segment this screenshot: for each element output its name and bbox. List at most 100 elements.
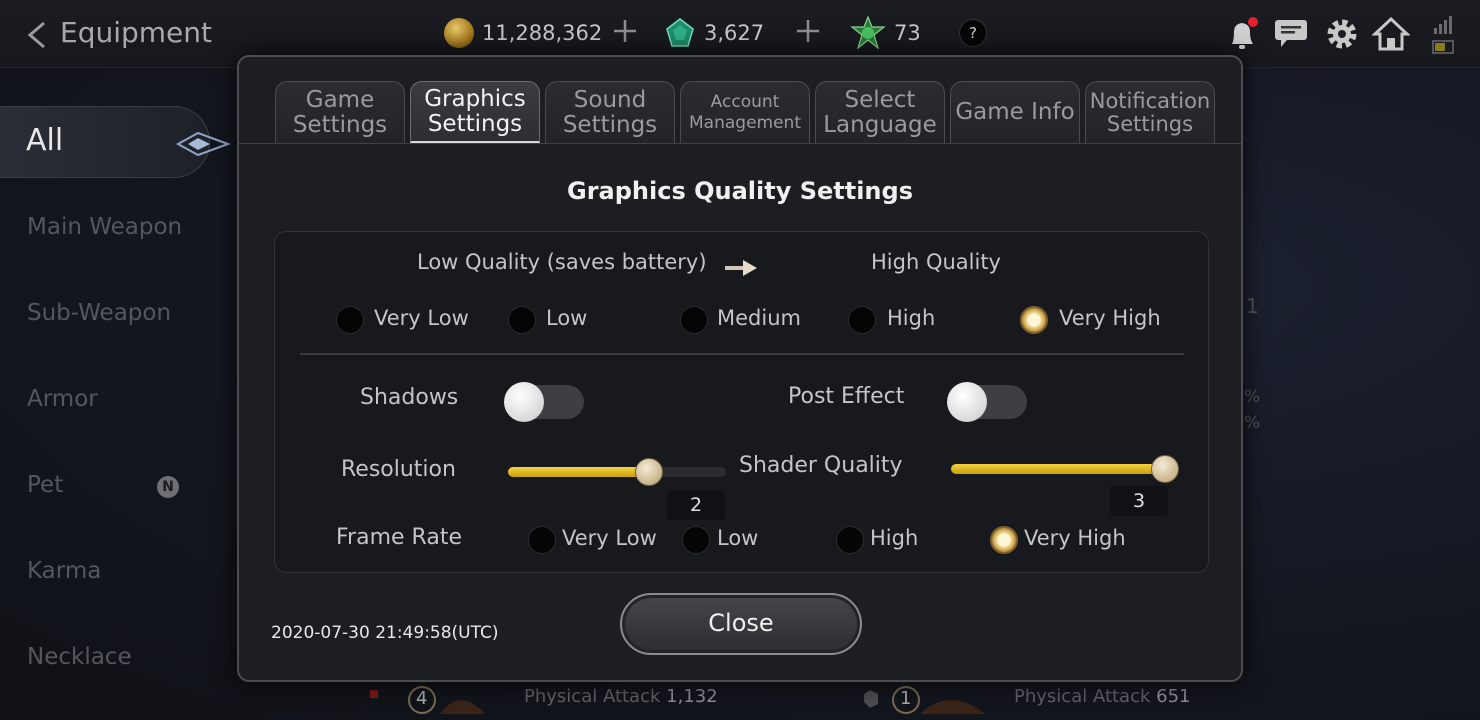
energy-crystal-icon (850, 15, 886, 50)
tab-divider (239, 143, 1241, 144)
section-divider (300, 353, 1184, 355)
frame-rate-high-radio[interactable] (836, 526, 864, 554)
sidebar-item-sub-weapon[interactable]: Sub-Weapon (27, 300, 171, 326)
tab-label: Sound (573, 87, 647, 114)
toggle-knob (504, 382, 544, 422)
page-title: Equipment (60, 16, 212, 49)
stat-value: 1,132 (666, 686, 718, 707)
post-effect-label: Post Effect (788, 384, 905, 409)
frame-rate-option-label: High (870, 526, 919, 550)
sidebar-item-all[interactable]: All (0, 106, 231, 178)
add-gold-icon[interactable] (612, 18, 638, 44)
stat-label: Physical Attack (524, 686, 661, 707)
tab-sound-settings[interactable]: Sound Settings (545, 81, 675, 143)
stat-line: Physical Attack 1,132 (524, 686, 718, 707)
settings-dialog: Game Settings Graphics Settings Sound Setti… (237, 55, 1243, 682)
quality-option-label: Low (546, 306, 588, 330)
tab-account-management[interactable]: Account Management (680, 81, 810, 143)
quality-high-radio[interactable] (848, 306, 876, 334)
toggle-knob (947, 382, 987, 422)
gem-amount: 3,627 (704, 21, 765, 45)
high-quality-label: High Quality (871, 250, 1001, 274)
tab-label: Settings (1106, 111, 1194, 136)
quality-option-label: Very Low (374, 306, 469, 330)
quality-very-low-radio[interactable] (336, 306, 364, 334)
tab-label: Notification (1089, 89, 1211, 114)
server-timestamp: 2020-07-30 21:49:58(UTC) (271, 623, 499, 643)
tab-label: Account (710, 92, 780, 113)
equipment-item-slot[interactable]: 4 (360, 684, 490, 720)
frame-rate-option-label: Very High (1024, 526, 1126, 550)
tab-label: Graphics (424, 86, 526, 113)
sidebar-item-necklace[interactable]: Necklace (27, 644, 132, 670)
quality-medium-radio[interactable] (680, 306, 708, 334)
tab-graphics-settings[interactable]: Graphics Settings (410, 81, 540, 143)
gold-coin-icon (444, 18, 474, 48)
tab-label: Settings (427, 110, 523, 137)
frame-rate-very-low-radio[interactable] (528, 526, 556, 554)
gem-icon (666, 18, 694, 47)
sidebar-item-armor[interactable]: Armor (27, 386, 98, 412)
selection-marker-icon (175, 131, 231, 157)
tab-label: Management (689, 112, 801, 133)
close-button[interactable]: Close (620, 593, 862, 655)
home-icon[interactable] (1372, 16, 1410, 52)
settings-gear-icon[interactable] (1324, 16, 1360, 52)
gold-counter: 11,288,362 (444, 16, 602, 50)
sidebar-item-karma[interactable]: Karma (27, 558, 101, 584)
quality-option-label: Very High (1059, 306, 1161, 330)
shader-quality-label: Shader Quality (739, 453, 903, 478)
item-level: 4 (416, 688, 428, 709)
signal-battery-icon (1432, 16, 1454, 54)
tab-label: Select (844, 87, 916, 114)
tab-label: Settings (292, 111, 388, 138)
tab-game-info[interactable]: Game Info (950, 81, 1080, 143)
gold-amount: 11,288,362 (482, 21, 603, 45)
tab-label: Game (305, 87, 375, 114)
sidebar-item-main-weapon[interactable]: Main Weapon (27, 214, 182, 240)
back-arrow-icon[interactable] (24, 20, 50, 50)
arrow-right-icon (725, 260, 757, 276)
quality-option-label: Medium (717, 306, 801, 330)
slider-thumb[interactable] (1151, 455, 1179, 483)
notification-bell-icon[interactable] (1226, 16, 1260, 52)
frame-rate-label: Frame Rate (336, 525, 462, 550)
resolution-value: 2 (667, 490, 725, 520)
slider-thumb[interactable] (635, 458, 663, 486)
post-effect-toggle[interactable] (947, 382, 1027, 422)
tab-notification-settings[interactable]: Notification Settings (1085, 81, 1215, 143)
energy-amount: 73 (894, 21, 921, 45)
quality-very-high-radio[interactable] (1020, 306, 1048, 334)
chat-icon[interactable] (1273, 16, 1309, 50)
shader-quality-slider[interactable] (951, 455, 1179, 483)
sidebar-item-label: All (26, 123, 64, 158)
shadows-label: Shadows (360, 385, 459, 410)
equipment-stat-strip: 4 Physical Attack 1,132 1 Physical Attac… (350, 680, 1250, 720)
frame-rate-option-label: Low (717, 526, 759, 550)
background-text-fragment: 1 (1246, 294, 1259, 318)
stat-line: Physical Attack 651 (1014, 686, 1191, 707)
low-quality-label: Low Quality (saves battery) (417, 250, 707, 274)
help-button[interactable]: ? (959, 19, 987, 47)
shadows-toggle[interactable] (504, 382, 584, 422)
shader-quality-value: 3 (1110, 486, 1168, 516)
quality-option-label: High (887, 306, 936, 330)
new-badge: N (157, 476, 179, 498)
tab-label: Settings (562, 111, 658, 138)
sidebar-item-pet[interactable]: Pet (27, 472, 63, 498)
frame-rate-low-radio[interactable] (682, 526, 710, 554)
resolution-slider[interactable] (508, 458, 726, 486)
tab-label: Language (823, 111, 937, 138)
equipment-item-slot[interactable]: 1 (860, 684, 990, 720)
add-gems-icon[interactable] (795, 18, 821, 44)
background-text-fragment: % (1244, 387, 1261, 407)
gem-counter: 3,627 (664, 16, 764, 50)
resolution-label: Resolution (341, 457, 456, 482)
quality-low-radio[interactable] (508, 306, 536, 334)
panel-title: Graphics Quality Settings (567, 177, 913, 205)
tab-game-settings[interactable]: Game Settings (275, 81, 405, 143)
slider-fill (951, 464, 1165, 474)
frame-rate-very-high-radio[interactable] (990, 526, 1018, 554)
tab-select-language[interactable]: Select Language (815, 81, 945, 143)
graphics-settings-panel: Low Quality (saves battery) High Quality… (274, 231, 1209, 573)
